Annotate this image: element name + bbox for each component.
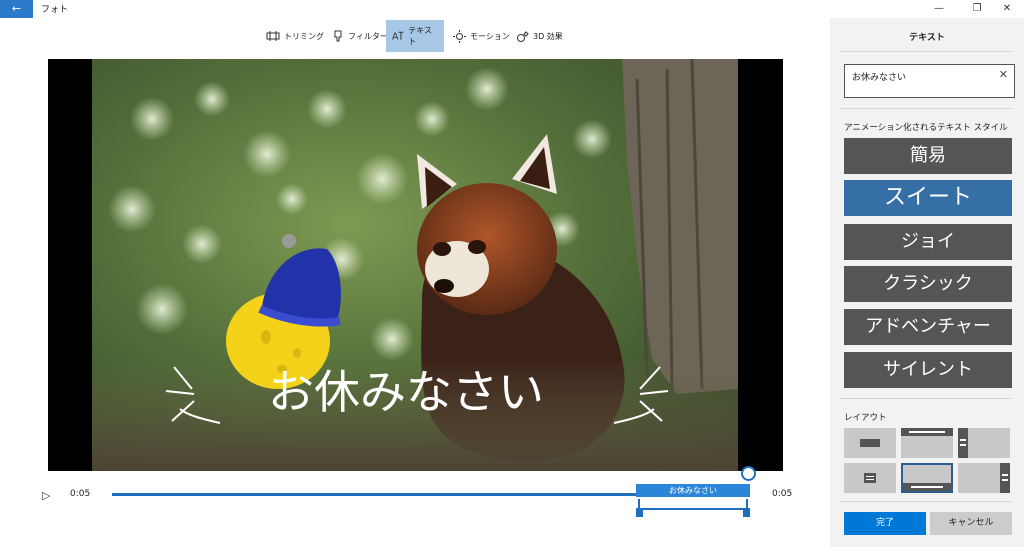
playhead-handle[interactable]	[741, 466, 756, 481]
style-adventure-button[interactable]: アドベンチャー	[844, 309, 1012, 345]
preview-photo: お休みなさい	[92, 59, 738, 471]
overlay-title-text: お休みなさい	[268, 365, 544, 419]
current-time: 0:05	[70, 489, 91, 499]
layout-center-option[interactable]	[844, 428, 896, 458]
layout-left-option[interactable]	[958, 428, 1010, 458]
style-silent-button[interactable]: サイレント	[844, 352, 1012, 388]
text-clip-label[interactable]: お休みなさい	[636, 484, 750, 497]
divider	[840, 51, 1012, 52]
video-preview[interactable]: お休みなさい	[48, 59, 783, 471]
style-classic-button[interactable]: クラシック	[844, 266, 1012, 302]
3d-effects-label: 3D 効果	[533, 31, 563, 41]
done-button[interactable]: 完了	[844, 512, 926, 535]
filter-tool-button[interactable]: フィルター	[326, 20, 394, 52]
layout-right-option[interactable]	[958, 463, 1010, 493]
text-input[interactable]: お休みなさい ✕	[844, 64, 1015, 98]
restore-button[interactable]: ❐	[960, 0, 994, 18]
end-time: 0:05	[772, 489, 793, 499]
minimize-button[interactable]: —	[922, 0, 956, 18]
text-styles-label: アニメーション化されるテキスト スタイル	[844, 123, 1008, 133]
edit-toolbar: トリミング フィルター A テキスト モーション 3D 効果	[0, 20, 830, 52]
filter-label: フィルター	[348, 31, 388, 41]
text-icon: A	[392, 32, 404, 42]
back-arrow-icon: ←	[11, 2, 22, 15]
red-panda-photo: お休みなさい	[92, 59, 738, 471]
divider	[840, 501, 1012, 502]
3d-effects-icon	[517, 30, 529, 42]
back-button[interactable]: ←	[0, 0, 33, 18]
style-sweet-button[interactable]: スイート	[844, 180, 1012, 216]
cancel-button[interactable]: キャンセル	[930, 512, 1012, 535]
trim-icon	[266, 31, 280, 41]
layout-bottom-option[interactable]	[901, 463, 953, 493]
text-label: テキスト	[408, 26, 432, 46]
divider	[840, 108, 1012, 109]
play-button[interactable]: ▷	[42, 489, 50, 502]
layout-label: レイアウト	[844, 413, 887, 423]
motion-label: モーション	[470, 31, 510, 41]
divider	[840, 398, 1012, 399]
style-joy-button[interactable]: ジョイ	[844, 224, 1012, 260]
editor-main: トリミング フィルター A テキスト モーション 3D 効果 お休みなさい ▷ …	[0, 18, 830, 547]
text-settings-panel: テキスト お休みなさい ✕ アニメーション化されるテキスト スタイル 簡易 スイ…	[830, 18, 1024, 547]
title-bar: ← フォト — ❐ ✕	[0, 0, 1024, 18]
clear-icon[interactable]: ✕	[999, 68, 1008, 81]
text-clip-range-bracket[interactable]	[636, 499, 750, 519]
motion-tool-button[interactable]: モーション	[447, 20, 516, 52]
trim-tool-button[interactable]: トリミング	[260, 20, 330, 52]
layout-middle-small-option[interactable]	[844, 463, 896, 493]
motion-icon	[453, 29, 466, 43]
close-button[interactable]: ✕	[990, 0, 1024, 18]
layout-top-option[interactable]	[901, 428, 953, 458]
text-tool-button[interactable]: A テキスト	[386, 20, 444, 52]
svg-text:A: A	[392, 32, 399, 42]
3d-effects-tool-button[interactable]: 3D 効果	[510, 20, 569, 52]
filter-icon	[334, 30, 342, 42]
text-input-value: お休みなさい	[852, 73, 907, 83]
panel-title: テキスト	[909, 33, 945, 43]
app-title: フォト	[41, 5, 69, 15]
style-simple-button[interactable]: 簡易	[844, 138, 1012, 174]
trim-label: トリミング	[284, 31, 324, 41]
